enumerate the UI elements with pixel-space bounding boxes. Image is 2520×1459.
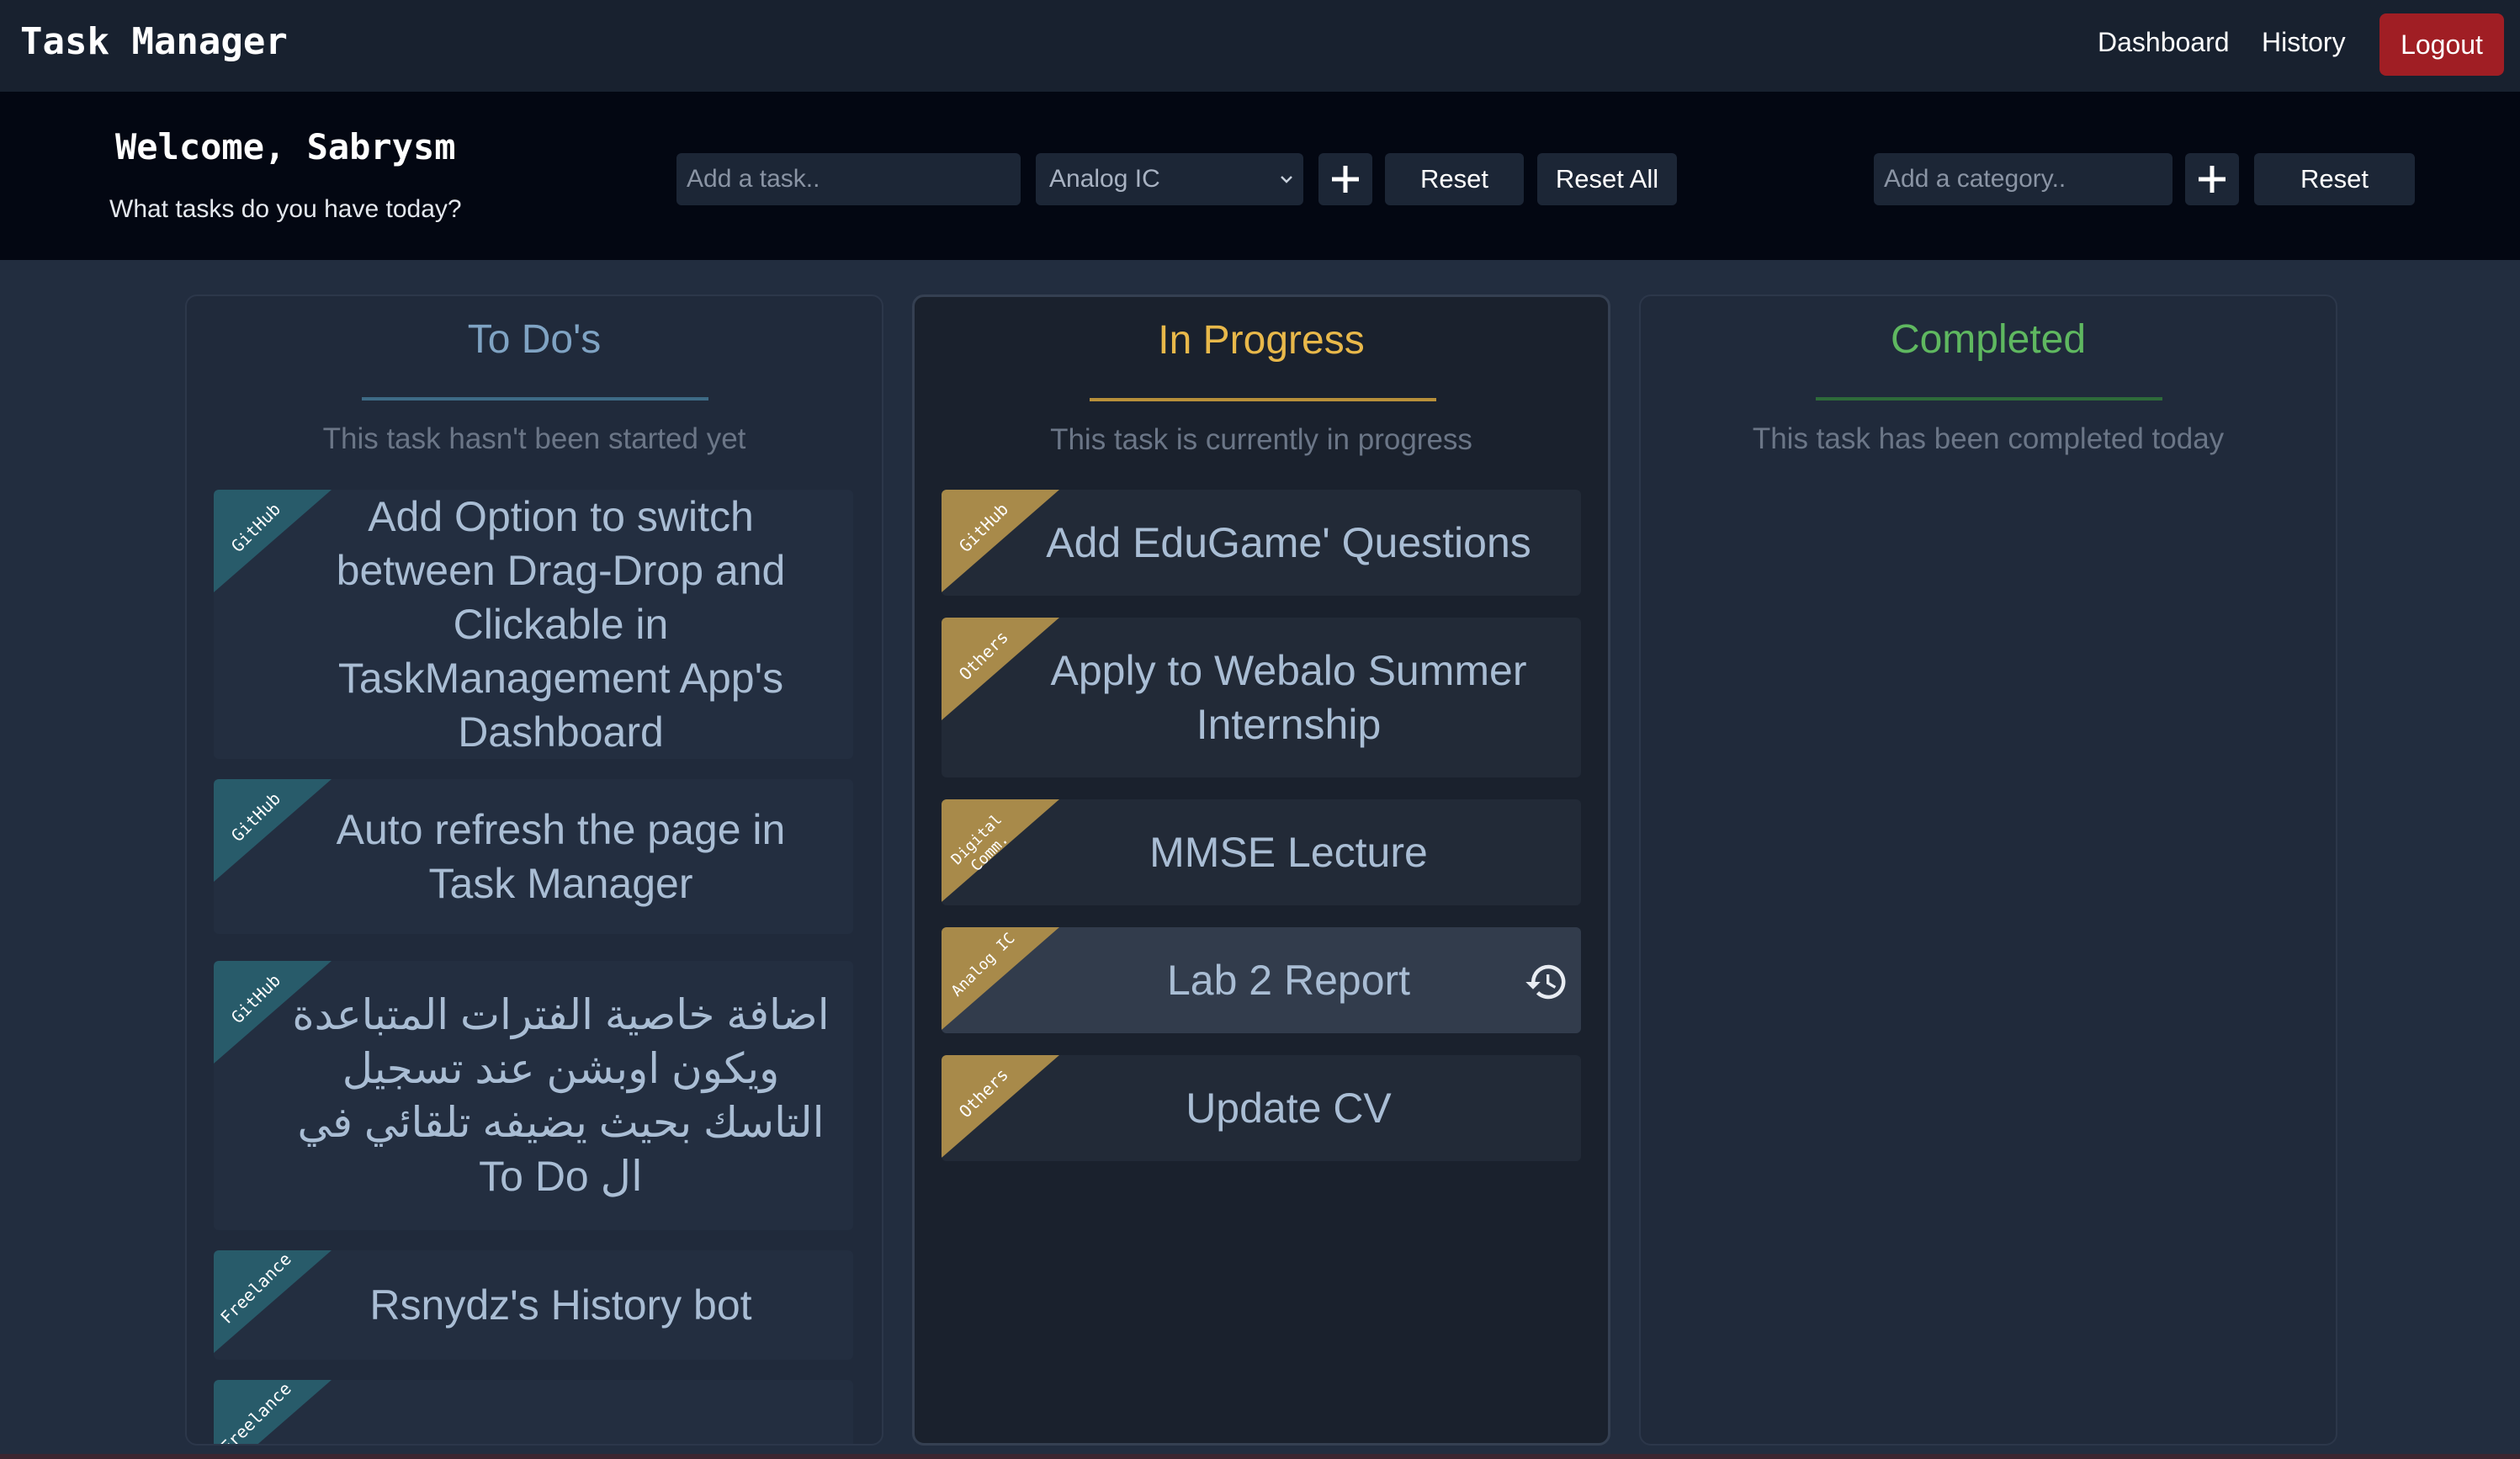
- task-card[interactable]: GitHub Auto refresh the page in Task Man…: [214, 779, 853, 934]
- task-card[interactable]: Digital Comm. MMSE Lecture: [942, 799, 1581, 905]
- welcome-subtitle: What tasks do you have today?: [109, 195, 462, 223]
- task-title: Rsnydz's History bot: [369, 1281, 752, 1329]
- welcome-heading: Welcome, Sabrysm: [115, 126, 456, 167]
- completed-divider: [1816, 397, 2162, 401]
- reset-tasks-button[interactable]: Reset: [1385, 153, 1524, 205]
- todo-column-subtitle: This task hasn't been started yet: [322, 422, 746, 455]
- todo-divider: [362, 397, 708, 401]
- task-card[interactable]: Freelance: [214, 1380, 853, 1444]
- category-input[interactable]: Add a category..: [1874, 153, 2173, 205]
- add-task-button[interactable]: [1318, 153, 1372, 205]
- category-select[interactable]: Analog IC: [1036, 153, 1303, 205]
- task-title: Lab 2 Report: [1166, 957, 1411, 1004]
- task-title: MMSE Lecture: [1149, 829, 1428, 876]
- reset-all-button[interactable]: Reset All: [1537, 153, 1677, 205]
- task-title: Auto refresh the page in Task Manager: [336, 806, 786, 907]
- task-card[interactable]: GitHub Add EduGame' Questions: [942, 490, 1581, 596]
- in-progress-column: In Progress This task is currently in pr…: [912, 294, 1610, 1446]
- add-category-button[interactable]: [2185, 153, 2239, 205]
- in-progress-divider: [1090, 398, 1436, 401]
- task-title: Add EduGame' Questions: [1046, 519, 1531, 566]
- todo-column: To Do's This task hasn't been started ye…: [185, 294, 883, 1446]
- task-card[interactable]: Others Update CV: [942, 1055, 1581, 1161]
- app-brand[interactable]: Task Manager: [20, 20, 288, 63]
- task-title: [289, 1380, 832, 1444]
- in-progress-column-subtitle: This task is currently in progress: [1050, 423, 1472, 456]
- chevron-down-icon: [1281, 176, 1292, 183]
- plus-icon: [2199, 166, 2226, 193]
- completed-column: Completed This task has been completed t…: [1639, 294, 2337, 1446]
- plus-icon: [1332, 166, 1359, 193]
- top-navbar: Task Manager Dashboard History Logout: [0, 0, 2520, 92]
- task-input[interactable]: Add a task..: [676, 153, 1021, 205]
- nav-link-dashboard[interactable]: Dashboard: [2098, 27, 2230, 58]
- task-card[interactable]: Analog IC Lab 2 Report: [942, 927, 1581, 1033]
- category-select-value: Analog IC: [1049, 165, 1160, 193]
- in-progress-column-title: In Progress: [1158, 318, 1365, 363]
- task-card[interactable]: Freelance Rsnydz's History bot: [214, 1250, 853, 1360]
- task-title: اضافة خاصية الفترات المتباعدة ويكون اوبش…: [292, 991, 830, 1200]
- nav-link-history[interactable]: History: [2262, 27, 2346, 58]
- todo-column-title: To Do's: [467, 317, 602, 362]
- reset-categories-button[interactable]: Reset: [2254, 153, 2415, 205]
- task-card[interactable]: GitHub Add Option to switch between Drag…: [214, 490, 853, 759]
- task-card[interactable]: GitHub اضافة خاصية الفترات المتباعدة ويك…: [214, 961, 853, 1230]
- logout-button[interactable]: Logout: [2379, 13, 2504, 76]
- completed-column-subtitle: This task has been completed today: [1752, 422, 2225, 455]
- history-icon[interactable]: [1524, 959, 1569, 1005]
- completed-column-title: Completed: [1890, 317, 2087, 362]
- task-card[interactable]: Others Apply to Webalo Summer Internship: [942, 618, 1581, 777]
- task-title: Update CV: [1186, 1085, 1392, 1132]
- page-bottom-border: [0, 1454, 2520, 1459]
- task-title: Add Option to switch between Drag-Drop a…: [336, 493, 786, 756]
- task-title: Apply to Webalo Summer Internship: [1050, 647, 1527, 748]
